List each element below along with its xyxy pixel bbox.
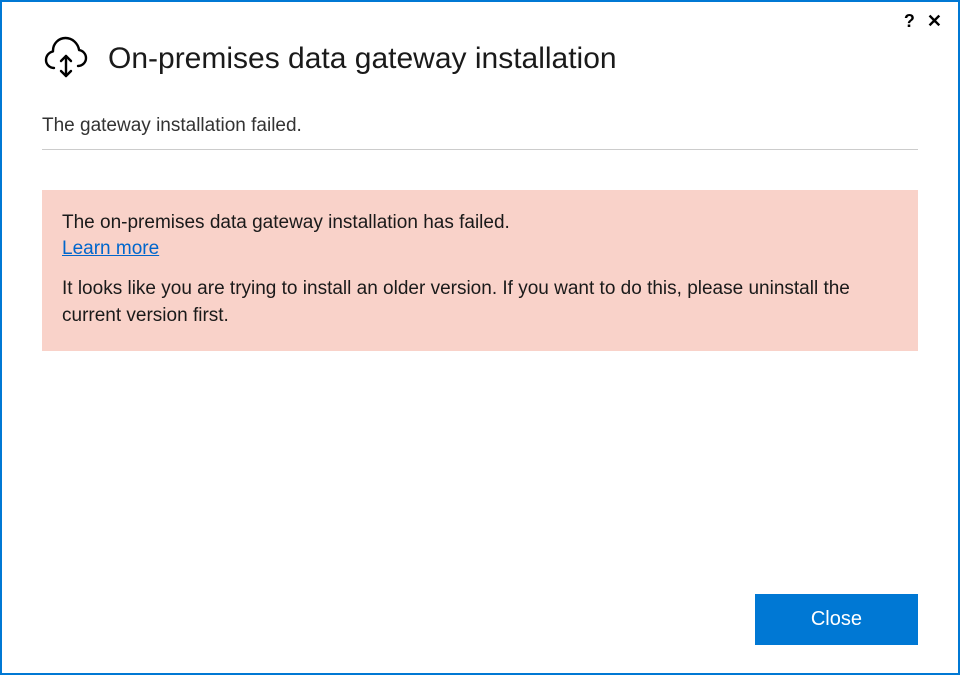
cloud-arrow-icon	[42, 32, 90, 85]
status-message: The gateway installation failed.	[42, 115, 918, 150]
close-button[interactable]: Close	[755, 594, 918, 645]
page-title: On-premises data gateway installation	[108, 42, 617, 76]
learn-more-link[interactable]: Learn more	[62, 238, 159, 260]
content-area: The gateway installation failed. The on-…	[2, 95, 958, 574]
installer-window: ? ✕ On-premises data gateway installatio…	[0, 0, 960, 675]
help-icon[interactable]: ?	[904, 12, 915, 30]
error-panel: The on-premises data gateway installatio…	[42, 190, 918, 351]
titlebar-controls: ? ✕	[904, 12, 944, 30]
error-detail: It looks like you are trying to install …	[62, 276, 898, 329]
footer: Close	[2, 574, 958, 673]
error-title: The on-premises data gateway installatio…	[62, 212, 898, 234]
close-icon[interactable]: ✕	[925, 12, 944, 30]
header: On-premises data gateway installation	[2, 2, 958, 95]
